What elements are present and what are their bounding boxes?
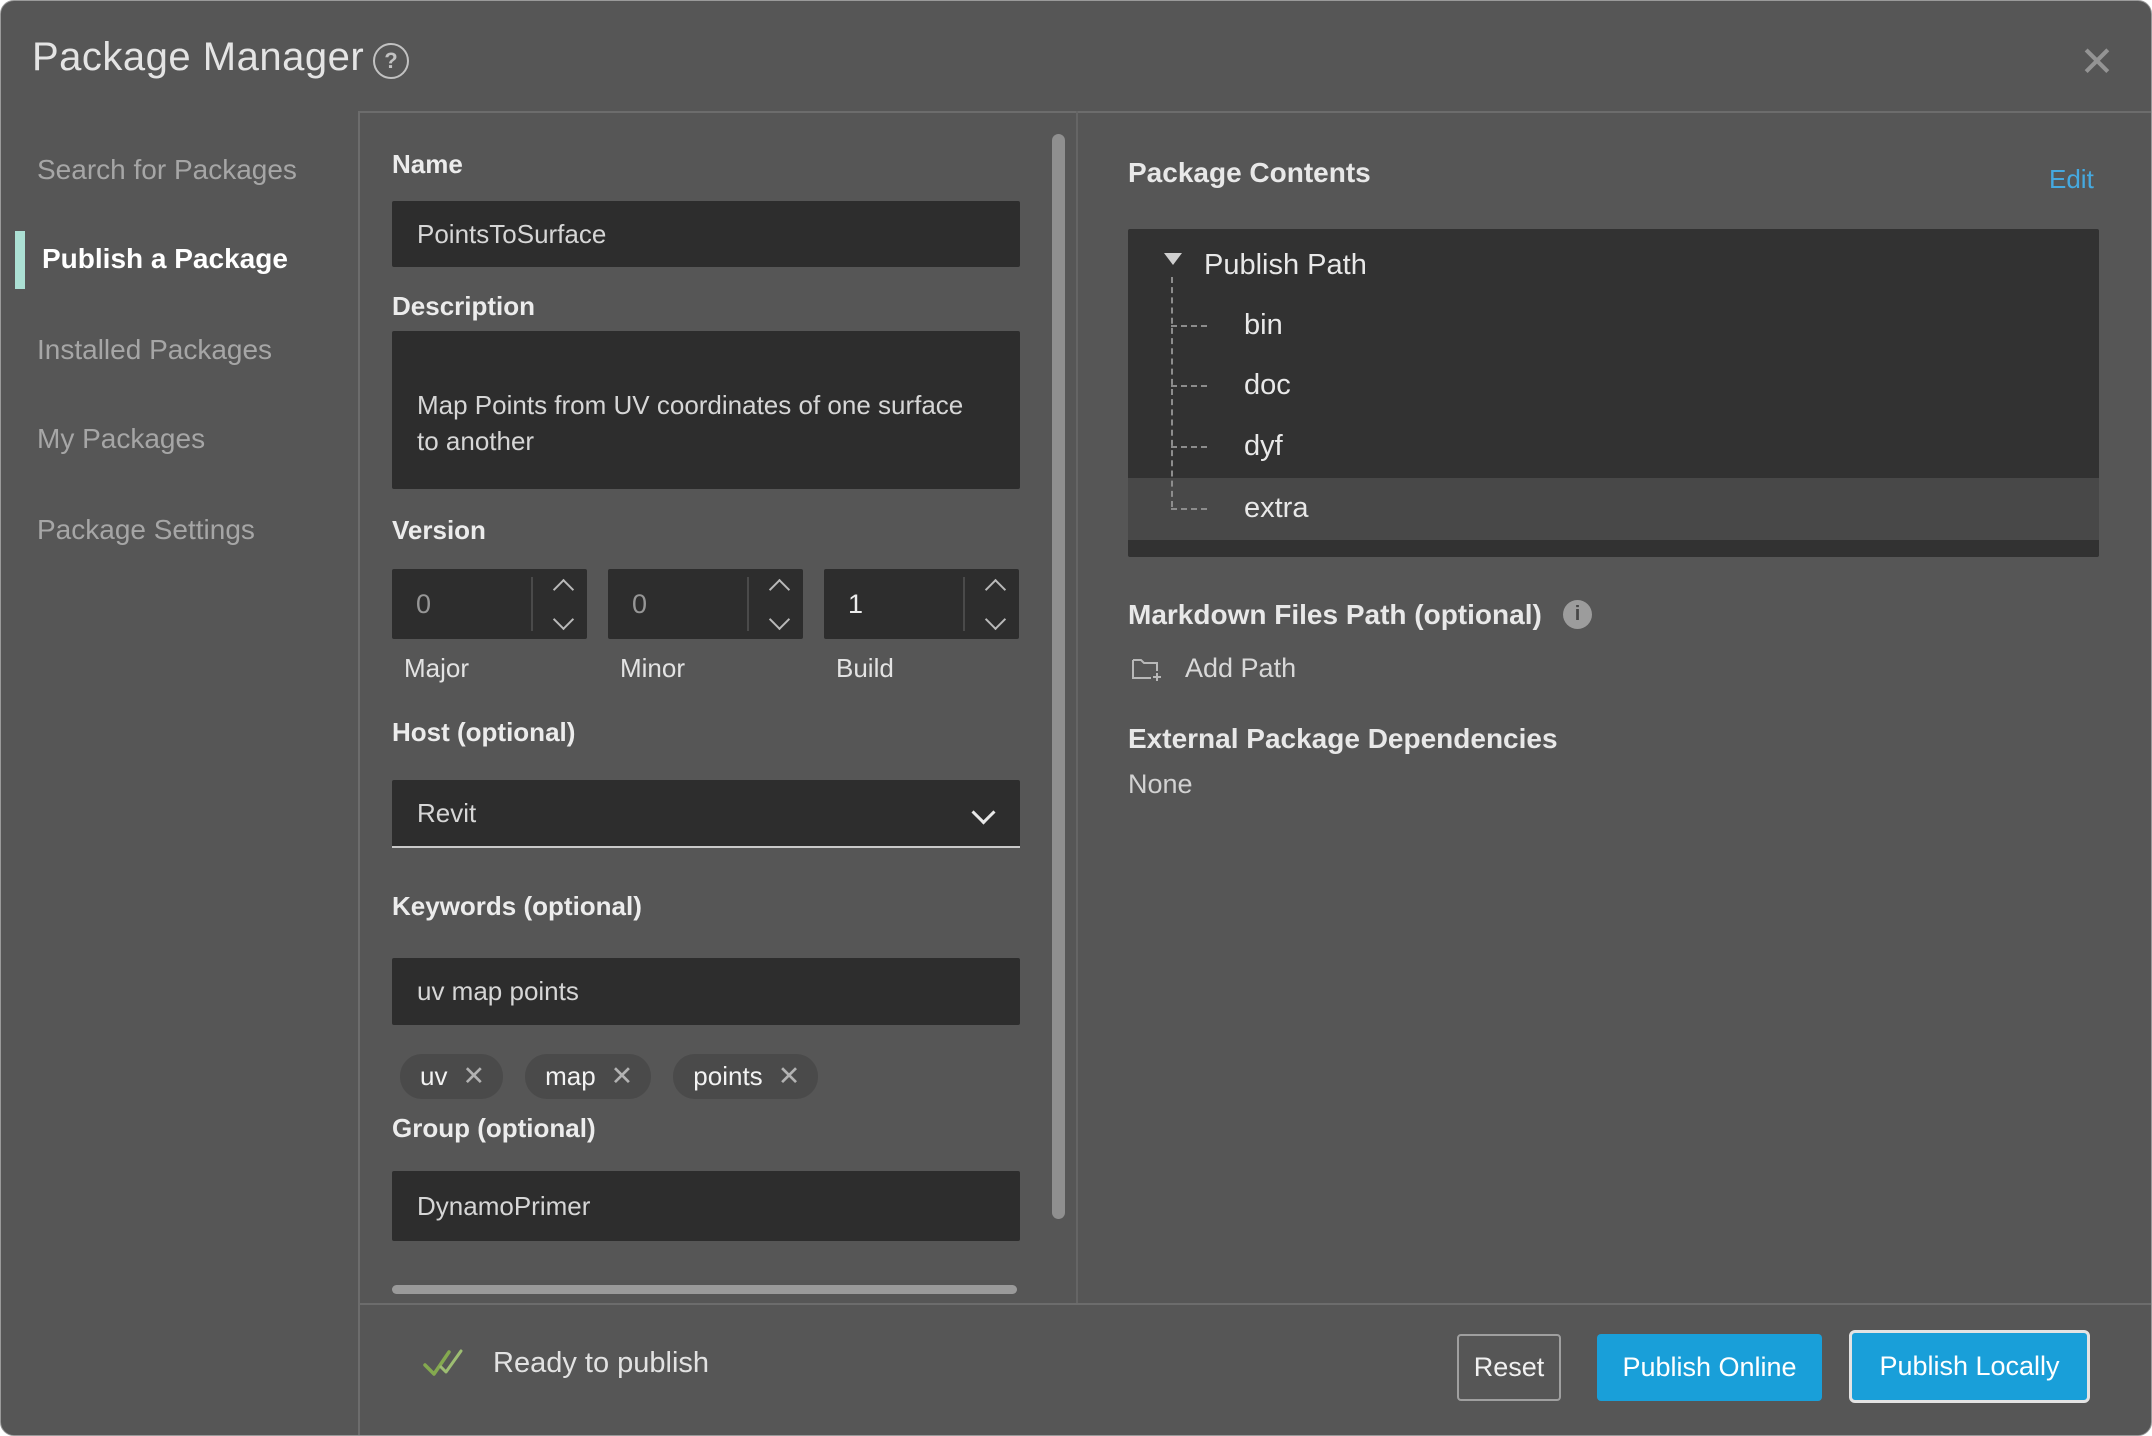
markdown-path-label: Markdown Files Path (optional) [1128,599,1542,631]
dependencies-label: External Package Dependencies [1128,723,1558,755]
keywords-label: Keywords (optional) [392,891,642,922]
dependencies-value: None [1128,769,1193,800]
add-path-button[interactable]: Add Path [1131,653,1296,684]
publish-online-button[interactable]: Publish Online [1597,1334,1822,1401]
package-manager-dialog: Package Manager ? ✕ Search for Packages … [0,0,2152,1436]
tree-node-extra[interactable]: extra [1128,478,2152,538]
chevron-down-icon [984,608,1005,629]
minor-input[interactable] [608,569,746,639]
tree-node-dyf[interactable]: dyf [1128,416,2152,476]
reset-button[interactable]: Reset [1457,1334,1561,1401]
host-selected-value: Revit [417,798,476,829]
group-label: Group (optional) [392,1113,596,1144]
sidebar-item-my-packages[interactable]: My Packages [37,409,337,469]
major-increment-button[interactable] [540,573,586,605]
tree-node-doc[interactable]: doc [1128,355,2152,415]
tree-node-publish-path[interactable]: Publish Path [1128,235,2152,295]
header-divider [358,111,2151,113]
major-stepper [392,569,587,639]
info-icon[interactable]: i [1563,600,1592,629]
chevron-down-icon [552,608,573,629]
version-label: Version [392,515,486,546]
publish-locally-button[interactable]: Publish Locally [1849,1330,2090,1403]
status-text: Ready to publish [493,1347,709,1380]
sidebar-item-publish-a-package[interactable]: Publish a Package [42,229,342,289]
minor-increment-button[interactable] [756,573,802,605]
keywords-input[interactable] [392,958,1020,1025]
name-label: Name [392,149,463,180]
package-contents-tree: Publish Path bin doc dyf extra [1128,229,2099,557]
remove-tag-icon[interactable]: ✕ [462,1061,485,1092]
name-input[interactable] [392,201,1020,267]
chevron-up-icon [984,578,1005,599]
tree-node-bin[interactable]: bin [1128,295,2152,355]
host-select[interactable]: Revit [392,780,1020,848]
stepper-separator [531,577,533,631]
sidebar-item-package-settings[interactable]: Package Settings [37,500,337,560]
active-item-indicator [15,231,25,289]
minor-stepper [608,569,803,639]
sidebar-item-installed-packages[interactable]: Installed Packages [37,320,337,380]
major-input[interactable] [392,569,530,639]
chip-label: uv [420,1061,447,1092]
build-increment-button[interactable] [972,573,1018,605]
panel-divider [1076,111,1078,1303]
remove-tag-icon[interactable]: ✕ [611,1061,634,1092]
host-label: Host (optional) [392,717,575,748]
close-icon[interactable]: ✕ [2073,37,2121,85]
minor-label: Minor [608,653,803,684]
keyword-chip-points: points ✕ [673,1054,818,1099]
keyword-chip-map: map ✕ [525,1054,651,1099]
chip-label: points [693,1061,762,1092]
group-input[interactable] [392,1171,1020,1241]
publish-status: Ready to publish [421,1345,709,1381]
description-label: Description [392,291,535,322]
window-title: Package Manager [32,35,364,80]
double-check-icon [421,1345,467,1381]
build-stepper [824,569,1019,639]
build-input[interactable] [824,569,962,639]
version-steppers [392,569,1020,639]
build-label: Build [824,653,1019,684]
description-textarea[interactable]: Map Points from UV coordinates of one su… [392,331,1020,489]
help-icon[interactable]: ? [373,43,409,79]
folder-plus-icon [1131,654,1165,684]
chevron-down-icon [971,800,995,824]
remove-tag-icon[interactable]: ✕ [778,1061,801,1092]
edit-link[interactable]: Edit [2049,164,2094,195]
major-label: Major [392,653,587,684]
chevron-up-icon [768,578,789,599]
horizontal-scrollbar[interactable] [392,1285,1017,1294]
minor-decrement-button[interactable] [756,603,802,635]
stepper-separator [963,577,965,631]
footer-divider [358,1303,2151,1305]
chevron-up-icon [552,578,573,599]
stepper-separator [747,577,749,631]
chevron-down-icon [768,608,789,629]
sidebar-item-search-for-packages[interactable]: Search for Packages [37,140,337,200]
keyword-chip-uv: uv ✕ [400,1054,503,1099]
add-path-label: Add Path [1185,653,1296,684]
sidebar-divider [358,111,360,1435]
package-contents-title: Package Contents [1128,157,1371,189]
major-decrement-button[interactable] [540,603,586,635]
keyword-tags: uv ✕ map ✕ points ✕ [400,1054,818,1099]
build-decrement-button[interactable] [972,603,1018,635]
vertical-scrollbar[interactable] [1052,134,1065,1219]
chip-label: map [545,1061,596,1092]
